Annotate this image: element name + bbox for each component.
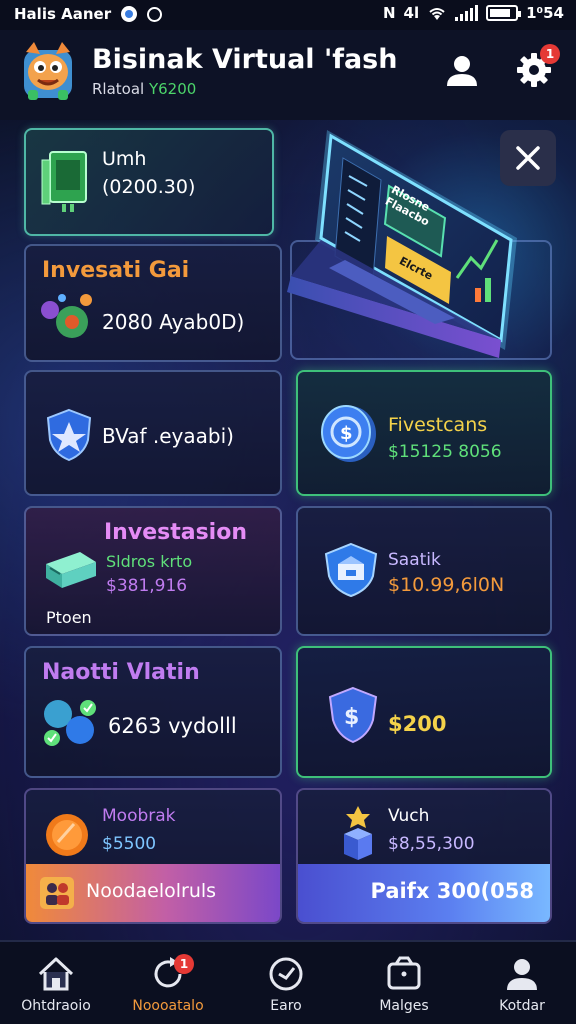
wallet-icon	[387, 956, 421, 990]
security-value: $200	[388, 712, 447, 736]
right-action-button[interactable]: Paifx 300(058	[298, 864, 550, 922]
nav-item-clock[interactable]: Earo	[236, 942, 336, 1024]
invest-gain-card[interactable]: Invesati Gai 2080 Ayab0D)	[24, 244, 282, 362]
savings-value: $10.99,6l0N	[388, 574, 505, 596]
savings-card[interactable]: Saatik $10.99,6l0N	[296, 506, 552, 636]
browser-icon	[121, 6, 138, 22]
status-bar: Halis Aaner N 4l 1⁰54	[0, 0, 576, 30]
invest-gain-value: 2080 Ayab0D)	[102, 310, 245, 334]
shield-label: BVaf .eyaabi)	[102, 424, 234, 448]
circle-icon	[147, 6, 163, 22]
app-header: Bisinak Virtual 'fash Rlatoal Y6200 1	[0, 30, 576, 120]
nav-item-refresh[interactable]: 1 Noooatalo	[118, 942, 218, 1024]
investment-footer: Ptoen	[46, 608, 92, 627]
nav-item-profile[interactable]: Kotdar	[472, 942, 572, 1024]
vuch-value: $8,55,300	[388, 834, 475, 854]
close-icon	[516, 146, 540, 170]
notification-badge: 1	[540, 44, 560, 64]
shield-card[interactable]: BVaf .eyaabi)	[24, 370, 282, 496]
status-left: Halis Aaner	[14, 5, 163, 23]
user-icon	[507, 959, 537, 990]
status-right: N 4l 1⁰54	[383, 4, 564, 22]
home-icon	[38, 957, 74, 991]
bottom-navigation: Ohtdraoio 1 Noooatalo Earo Malges Kotdar	[0, 940, 576, 1024]
settings-button[interactable]: 1	[514, 44, 560, 90]
moobak-card[interactable]: Moobrak $5500 Noodaelolruls	[24, 788, 282, 924]
status-carrier-text: Halis Aaner	[14, 5, 112, 23]
shield-dollar-icon: $	[328, 686, 378, 744]
coin-icon: $	[321, 405, 376, 462]
gear-coins-icon	[41, 294, 92, 338]
coin-value: $15125 8056	[388, 442, 502, 462]
cash-value: (0200.30)	[102, 176, 196, 198]
nfc-icon: N	[382, 4, 396, 22]
app-title: Bisinak Virtual 'fash	[92, 44, 398, 75]
nav-item-wallet[interactable]: Malges	[354, 942, 454, 1024]
naomi-value: 6263 vydolll	[108, 714, 237, 738]
network-type: 4l	[403, 4, 420, 22]
shield-wallet-icon	[324, 542, 378, 598]
vuch-label: Vuch	[388, 806, 430, 826]
cash-card[interactable]: Umh (0200.30)	[24, 128, 274, 236]
moobak-label: Moobrak	[102, 806, 176, 826]
coin-card[interactable]: $ Fivestcans $15125 8056	[296, 370, 552, 496]
security-card[interactable]: $ $200	[296, 646, 552, 778]
cash-label: Umh	[102, 148, 147, 170]
investment-title: Investasion	[104, 520, 247, 545]
mascot-avatar[interactable]	[20, 42, 76, 102]
nav-label-refresh: Noooatalo	[132, 998, 204, 1014]
nav-label-wallet: Malges	[379, 998, 429, 1014]
investment-line2: $381,916	[106, 576, 188, 596]
naomi-title: Naotti Vlatin	[42, 660, 200, 685]
profile-icon[interactable]	[442, 50, 482, 90]
battery-icon	[486, 5, 522, 21]
cash-stack-icon	[41, 151, 87, 212]
coin-label: Fivestcans	[388, 414, 488, 436]
nav-label-clock: Earo	[270, 998, 302, 1014]
exchange-icon	[44, 700, 96, 746]
close-button[interactable]	[500, 130, 556, 186]
right-action-label: Paifx 300(058	[370, 879, 534, 903]
moobak-value: $5500	[102, 834, 157, 854]
savings-label: Saatik	[388, 550, 441, 570]
shield-icon	[46, 408, 92, 462]
left-action-button[interactable]: Noodaelolruls	[26, 864, 280, 922]
app-subtitle: Rlatoal Y6200	[92, 80, 196, 98]
clock-icon	[269, 957, 303, 991]
signal-icon	[455, 5, 479, 21]
nav-badge: 1	[174, 954, 194, 974]
investment-line1: Sldros krto	[106, 552, 193, 571]
status-time: 1⁰54	[526, 4, 564, 22]
vuch-card[interactable]: Vuch $8,55,300 Paifx 300(058	[296, 788, 552, 924]
invest-gain-title: Invesati Gai	[42, 258, 190, 283]
wifi-icon	[429, 8, 445, 20]
subtitle-value: Y6200	[144, 80, 197, 98]
naomi-card[interactable]: Naotti Vlatin 6263 vydolll	[24, 646, 282, 778]
money-bundle-icon	[46, 552, 96, 588]
subtitle-prefix: Rlatoal	[92, 80, 145, 98]
nav-label-home: Ohtdraoio	[21, 998, 91, 1014]
nav-label-profile: Kotdar	[499, 998, 545, 1014]
investment-card[interactable]: Investasion Sldros krto $381,916 Ptoen	[24, 506, 282, 636]
orange-coin-icon	[46, 814, 88, 856]
people-icon	[40, 877, 74, 909]
svg-text:$: $	[344, 705, 359, 730]
svg-text:$: $	[340, 423, 353, 444]
left-action-label: Noodaelolruls	[86, 880, 217, 902]
blocks-icon	[344, 806, 372, 860]
laptop-illustration	[287, 130, 517, 358]
nav-item-home[interactable]: Ohtdraoio	[6, 942, 106, 1024]
